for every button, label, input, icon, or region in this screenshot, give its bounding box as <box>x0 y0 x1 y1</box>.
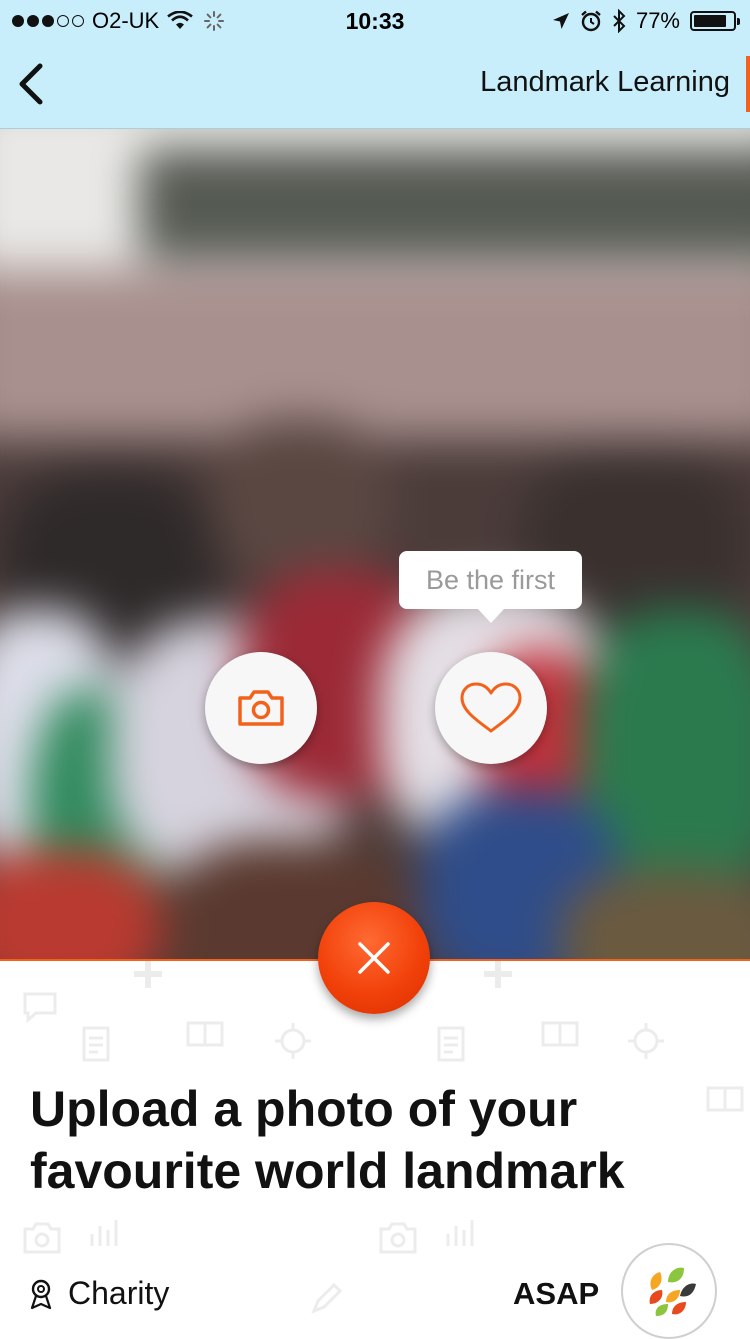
battery-percentage: 77% <box>635 8 680 33</box>
hero-photo: Be the first <box>0 129 750 960</box>
chevron-left-icon <box>19 63 43 105</box>
heart-icon <box>460 682 522 733</box>
like-button[interactable] <box>435 652 547 764</box>
pattern-target-icon <box>275 1023 311 1059</box>
pattern-gift-icon <box>186 1021 224 1047</box>
pattern-camera-icon <box>379 1222 417 1254</box>
blurred-crowd-image <box>0 129 750 960</box>
close-icon <box>358 942 390 974</box>
pattern-chart-icon <box>446 1220 474 1246</box>
camera-button[interactable] <box>205 652 317 764</box>
pattern-camera-icon <box>23 1222 61 1254</box>
category-tag: Charity <box>28 1275 169 1312</box>
pattern-chart-icon <box>90 1220 118 1246</box>
pattern-target-icon <box>628 1023 664 1059</box>
category-label: Charity <box>68 1275 170 1311</box>
pattern-plus-icon <box>134 961 162 988</box>
battery-icon <box>690 11 740 31</box>
location-arrow-icon <box>552 13 569 29</box>
nav-accent-bar <box>746 56 750 112</box>
status-bar: O2-UK 10:33 77% <box>0 0 750 40</box>
pattern-gift-icon <box>541 1021 579 1047</box>
nav-title: Landmark Learning <box>480 66 730 98</box>
camera-icon <box>238 690 284 726</box>
alarm-icon <box>581 10 601 32</box>
back-button[interactable] <box>12 58 56 110</box>
pattern-doc-icon <box>437 1026 465 1062</box>
pattern-doc-icon <box>82 1026 110 1062</box>
pattern-plus-icon <box>484 961 512 988</box>
deadline-label: ASAP <box>513 1276 600 1311</box>
top-bar: O2-UK 10:33 77% Landmark Learning <box>0 0 750 129</box>
close-button[interactable] <box>318 902 430 1014</box>
task-headline: Upload a photo of your favourite world l… <box>30 1081 625 1199</box>
location-pin-icon <box>30 1279 52 1309</box>
pattern-pencil-icon <box>311 1282 343 1314</box>
pattern-chat-icon <box>23 992 57 1023</box>
status-right: 77% <box>552 8 740 34</box>
organisation-logo[interactable] <box>621 1243 717 1339</box>
leaf-logo-icon <box>649 1267 696 1316</box>
be-the-first-tooltip: Be the first <box>399 551 582 623</box>
bluetooth-icon <box>613 9 626 33</box>
